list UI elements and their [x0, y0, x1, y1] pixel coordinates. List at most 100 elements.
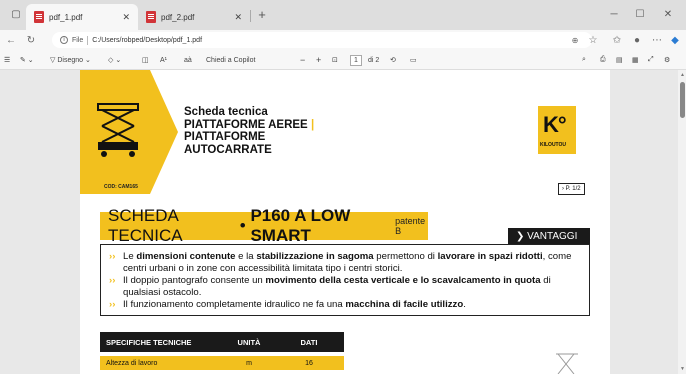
refresh-icon[interactable]: ↻ — [24, 33, 38, 47]
zoom-out-button[interactable]: − — [300, 53, 305, 67]
minimize-button[interactable]: ─ — [606, 6, 622, 22]
save-as-icon[interactable]: ▦ — [632, 53, 639, 67]
title-separator: | — [310, 118, 315, 131]
title-line-1: Scheda tecnica — [184, 106, 268, 118]
document-title: Scheda tecnica PIATTAFORME AEREE | PIATT… — [184, 106, 314, 156]
copilot-icon[interactable]: ◆ — [668, 33, 682, 47]
tab-actions-icon[interactable]: ▢ — [8, 6, 24, 22]
scheme-label: File — [72, 36, 84, 44]
advantage-item: ›› Il funzionamento completamente idrauli… — [109, 299, 581, 311]
tab-bar: ▢ pdf_1.pdf ✕ pdf_2.pdf ✕ + ─ ☐ ✕ — [0, 0, 686, 30]
advantage-text: Le — [123, 251, 137, 262]
advantage-text: Il doppio pantografo consente un — [123, 275, 266, 286]
settings-icon[interactable]: ⚙ — [664, 53, 670, 67]
read-aloud-button[interactable]: A¹ — [160, 53, 167, 67]
zoom-in-button[interactable]: + — [316, 53, 321, 67]
page-number-input[interactable]: 1 — [350, 53, 362, 67]
profile-icon[interactable]: ● — [630, 33, 644, 47]
pdf-file-icon — [34, 11, 44, 23]
machine-drawing — [556, 353, 578, 374]
url-text: C:/Users/robped/Desktop/pdf_1.pdf — [92, 36, 203, 44]
tab-pdf-2[interactable]: pdf_2.pdf ✕ — [138, 4, 250, 30]
save-icon[interactable]: ▤ — [616, 53, 623, 67]
eraser-icon[interactable]: ◇ ⌄ — [108, 53, 121, 67]
advantage-bold-text: dimensioni contenute — [136, 251, 236, 262]
scroll-up-icon[interactable]: ▲ — [680, 72, 685, 78]
title-line-3: PIATTAFORME — [184, 131, 266, 143]
close-tab-icon[interactable]: ✕ — [234, 12, 242, 23]
arrow-icon: ›› — [109, 275, 116, 286]
fit-page-icon[interactable]: ⊡ — [332, 53, 338, 67]
scroll-down-icon[interactable]: ▼ — [680, 366, 685, 372]
header-banner — [80, 70, 150, 194]
info-icon[interactable]: i — [60, 36, 68, 44]
logo-letters: K° — [543, 112, 567, 137]
advantage-item: ›› Il doppio pantografo consente un movim… — [109, 275, 581, 299]
close-window-button[interactable]: ✕ — [660, 6, 676, 22]
address-bar-row: ← ↻ i File C:/Users/robped/Desktop/pdf_1… — [0, 30, 686, 50]
page-view-icon[interactable]: ▭ — [410, 53, 417, 67]
draw-icon: ▽ — [50, 57, 58, 64]
draw-button[interactable]: ▽ Disegno ⌄ — [50, 53, 91, 67]
contents-icon[interactable]: ☰ — [4, 53, 10, 67]
advantage-bold-text: stabilizzazione in sagoma — [256, 251, 374, 262]
page-reference: › P. 1/2 — [558, 183, 585, 195]
title-line-2: PIATTAFORME AEREE | — [184, 119, 314, 132]
tab-pdf-1[interactable]: pdf_1.pdf ✕ — [26, 4, 138, 30]
spec-name: Altezza di lavoro — [106, 359, 158, 367]
page-current[interactable]: 1 — [350, 54, 362, 66]
advantages-box: ›› Le dimensioni contenute e la stabilizz… — [100, 244, 590, 316]
maximize-button[interactable]: ☐ — [632, 6, 648, 22]
highlight-icon[interactable]: ✎ ⌄ — [20, 53, 34, 67]
advantage-item: ›› Le dimensioni contenute e la stabilizz… — [109, 251, 581, 275]
scissor-lift-icon — [97, 103, 139, 157]
table-row: Altezza di lavoro m 16 — [100, 356, 344, 370]
view-icon[interactable]: ◫ — [142, 53, 149, 67]
advantage-bold-text: macchina di facile utilizzo — [345, 299, 464, 310]
spec-unit: m — [246, 359, 252, 367]
spec-value: 16 — [305, 359, 313, 367]
close-tab-icon[interactable]: ✕ — [122, 12, 130, 23]
title-line-2-text: PIATTAFORME AEREE — [184, 118, 308, 131]
advantage-text: e la — [235, 251, 257, 262]
banner-main: SCHEDA TECNICA — [108, 206, 183, 245]
draw-label: Disegno — [57, 56, 84, 64]
product-banner: SCHEDA TECNICA • P160 A LOW SMART patent… — [100, 206, 428, 245]
chevron-down-icon: ⌄ — [83, 57, 91, 64]
back-icon[interactable]: ← — [4, 33, 18, 47]
title-line-4: AUTOCARRATE — [184, 143, 272, 156]
pdf-page: COD: CAM165 Scheda tecnica PIATTAFORME A… — [80, 70, 610, 374]
header-arrow — [150, 70, 178, 194]
favorites-list-icon[interactable]: ✩ — [610, 33, 624, 47]
advantage-text: Il funzionamento completamente idraulico… — [123, 299, 346, 310]
scroll-thumb[interactable] — [680, 82, 685, 118]
zoom-icon[interactable]: ⊕ — [568, 33, 582, 47]
rotate-icon[interactable]: ⟲ — [390, 53, 396, 67]
new-tab-button[interactable]: + — [254, 6, 270, 22]
arrow-icon: ›› — [109, 299, 116, 310]
more-icon[interactable]: ⋯ — [650, 33, 664, 47]
favorite-icon[interactable]: ☆ — [586, 33, 600, 47]
banner-model: P160 A LOW SMART — [250, 206, 351, 245]
kiloutou-logo: K° KILOUTOU — [538, 106, 576, 154]
page-total: di 2 — [368, 56, 380, 64]
vantaggi-label: ❯ VANTAGGI — [508, 228, 590, 244]
logo-name: KILOUTOU — [540, 142, 567, 148]
spec-header-data: DATI — [300, 337, 318, 347]
tab-label: pdf_1.pdf — [49, 12, 83, 22]
advantage-text: permettono di — [373, 251, 438, 262]
arrow-icon: ›› — [109, 251, 116, 262]
search-icon[interactable]: ⌕ — [582, 53, 586, 67]
banner-license: patente B — [395, 216, 426, 236]
product-code: COD: CAM165 — [104, 184, 138, 190]
translate-button[interactable]: aà — [184, 53, 192, 67]
spec-table-header: SPECIFICHE TECNICHE UNITÀ DATI — [100, 332, 344, 352]
address-input[interactable]: i File C:/Users/robped/Desktop/pdf_1.pdf — [52, 32, 592, 48]
ask-copilot-button[interactable]: Chiedi a Copilot — [206, 53, 255, 67]
fullscreen-icon[interactable]: ⤢ — [648, 53, 654, 67]
advantage-text: . — [463, 299, 466, 310]
spec-header-name: SPECIFICHE TECNICHE — [106, 337, 192, 347]
print-icon[interactable]: ⎙ — [600, 53, 606, 67]
spec-header-unit: UNITÀ — [237, 337, 261, 347]
advantage-bold-text: lavorare in spazi ridotti — [437, 251, 543, 262]
